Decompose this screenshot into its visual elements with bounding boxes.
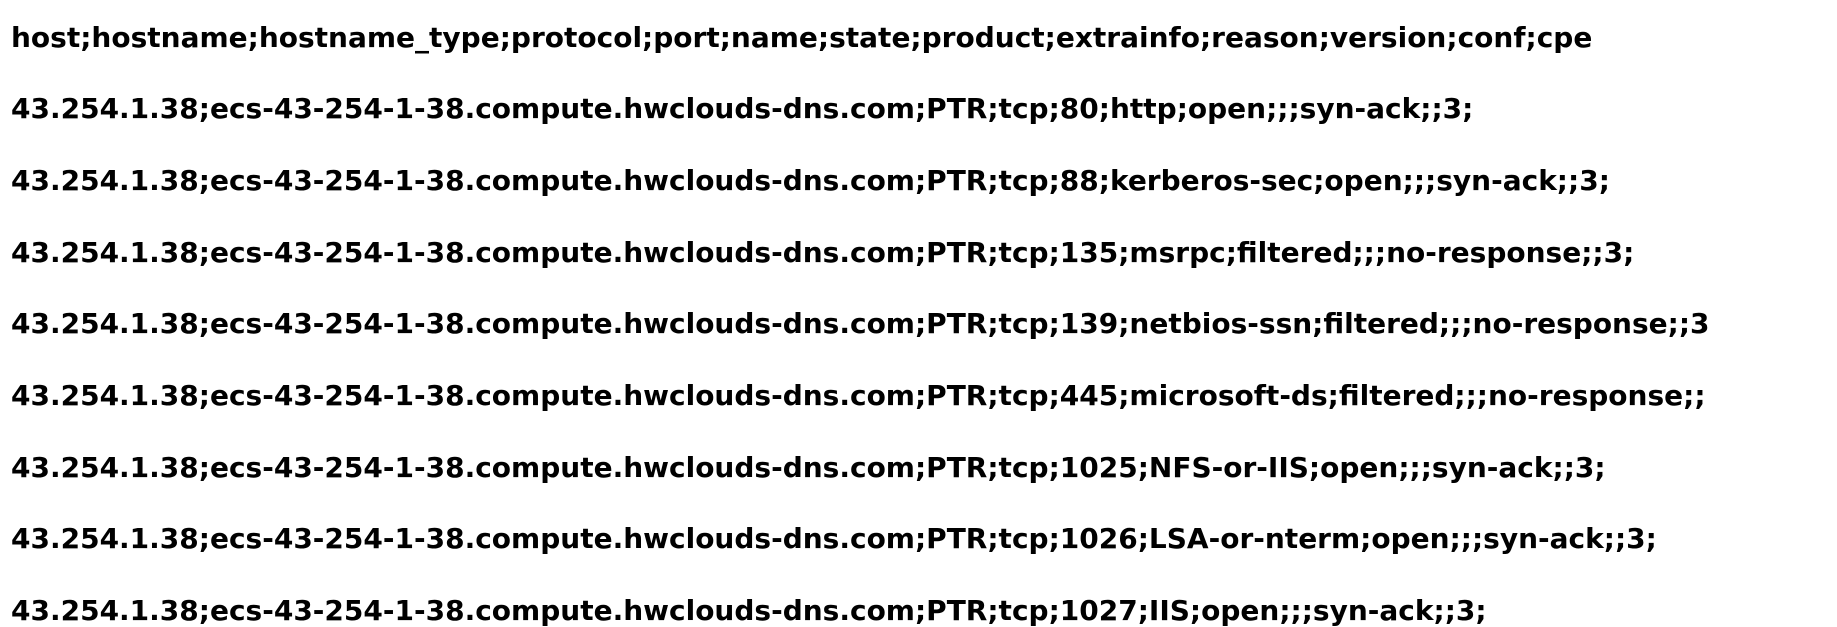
csv-row: 43.254.1.38;ecs-43-254-1-38.compute.hwcl… [11, 451, 1606, 484]
csv-row: 43.254.1.38;ecs-43-254-1-38.compute.hwcl… [11, 379, 1706, 412]
csv-row: 43.254.1.38;ecs-43-254-1-38.compute.hwcl… [11, 92, 1474, 125]
csv-row: 43.254.1.38;ecs-43-254-1-38.compute.hwcl… [11, 594, 1487, 627]
csv-row: 43.254.1.38;ecs-43-254-1-38.compute.hwcl… [11, 164, 1610, 197]
csv-header-line: host;hostname;hostname_type;protocol;por… [11, 21, 1593, 54]
csv-row: 43.254.1.38;ecs-43-254-1-38.compute.hwcl… [11, 236, 1635, 269]
csv-document: host;hostname;hostname_type;protocol;por… [11, 0, 1837, 627]
csv-row: 43.254.1.38;ecs-43-254-1-38.compute.hwcl… [11, 522, 1657, 555]
csv-row: 43.254.1.38;ecs-43-254-1-38.compute.hwcl… [11, 307, 1710, 340]
